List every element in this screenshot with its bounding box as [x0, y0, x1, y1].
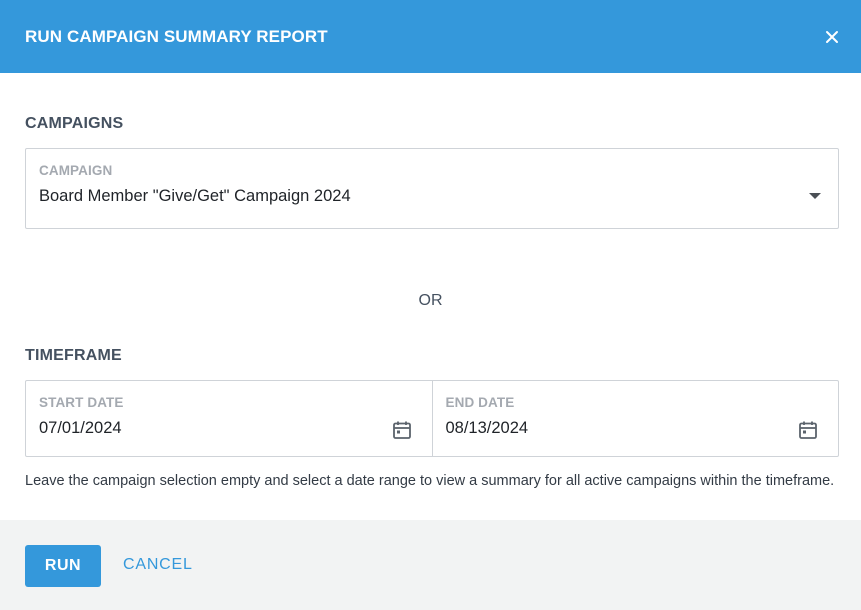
close-icon	[826, 30, 838, 43]
start-date-value: 07/01/2024	[39, 419, 122, 437]
run-button[interactable]: RUN	[25, 545, 101, 587]
close-button[interactable]	[821, 26, 843, 48]
campaigns-section-label: CAMPAIGNS	[25, 115, 124, 132]
campaign-selected-value: Board Member "Give/Get" Campaign 2024	[39, 187, 351, 205]
end-date-label: END DATE	[445, 395, 515, 410]
timeframe-range: START DATE 07/01/2024 END DATE 08/13/202…	[25, 380, 839, 457]
or-separator: OR	[418, 292, 443, 309]
calendar-icon[interactable]	[392, 420, 412, 440]
cancel-button[interactable]: CANCEL	[123, 556, 193, 574]
dialog-title: RUN CAMPAIGN SUMMARY REPORT	[25, 26, 328, 46]
campaign-field-label: CAMPAIGN	[39, 163, 113, 178]
dialog-footer: RUN CANCEL	[0, 520, 861, 610]
help-text: Leave the campaign selection empty and s…	[25, 473, 835, 489]
start-date-label: START DATE	[39, 395, 124, 410]
end-date-value: 08/13/2024	[445, 419, 529, 437]
start-date-field[interactable]: START DATE 07/01/2024	[26, 381, 432, 456]
calendar-icon[interactable]	[798, 420, 818, 440]
chevron-down-icon	[809, 193, 821, 199]
timeframe-section-label: TIMEFRAME	[25, 347, 122, 364]
end-date-field[interactable]: END DATE 08/13/2024	[431, 381, 839, 456]
campaign-select[interactable]: CAMPAIGN Board Member "Give/Get" Campaig…	[25, 148, 839, 229]
dialog-header: RUN CAMPAIGN SUMMARY REPORT	[0, 0, 861, 73]
